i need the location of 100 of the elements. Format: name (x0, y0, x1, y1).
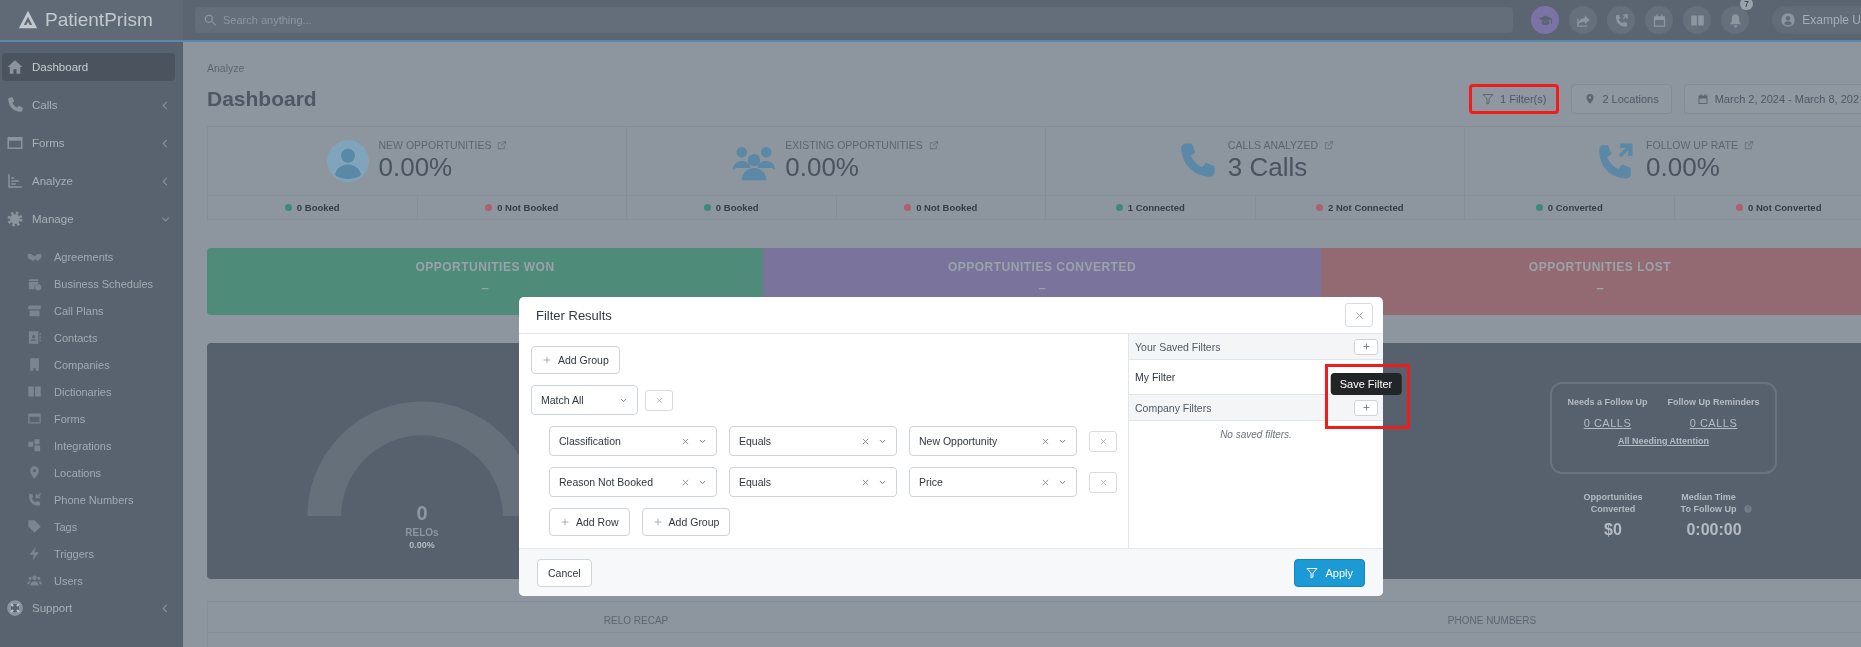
close-icon (861, 477, 870, 487)
field-select[interactable]: Classification (549, 426, 717, 456)
search-icon (203, 13, 217, 27)
plus-icon (560, 517, 570, 527)
metric-label: Opportunities Converted (1582, 491, 1644, 515)
calendar-icon (1696, 93, 1709, 105)
field-select[interactable]: Reason Not Booked (549, 467, 717, 497)
calls-link[interactable]: 0 CALLS (1583, 417, 1632, 429)
add-button[interactable] (1354, 338, 1378, 355)
nav-item[interactable]: Manage (2, 205, 175, 233)
stat-detail: 0 Not Converted (1748, 202, 1822, 213)
calendar-button[interactable] (1645, 6, 1673, 34)
settings-icon (6, 210, 24, 228)
nav-item[interactable]: Forms (2, 129, 175, 157)
close-icon (681, 436, 690, 446)
plus-icon (1361, 403, 1371, 412)
users-icon (27, 573, 42, 588)
date-range-button[interactable]: March 2, 2024 - March 8, 202 (1683, 84, 1861, 114)
nav-item[interactable]: Support (2, 594, 175, 622)
plus-icon (542, 355, 552, 365)
close-button[interactable] (1345, 303, 1373, 327)
external-link-icon (496, 139, 508, 151)
cancel-button[interactable]: Cancel (537, 558, 592, 587)
filter-button[interactable]: 1 Filter(s) (1469, 84, 1560, 114)
add-row-button[interactable]: Add Row (549, 508, 630, 536)
apply-button[interactable]: Apply (1294, 558, 1365, 587)
add-button[interactable] (1354, 399, 1378, 416)
operator-select[interactable]: Equals (729, 467, 897, 497)
close-icon (681, 477, 690, 487)
bell-button[interactable] (1721, 6, 1749, 34)
nav-subitem[interactable]: Dictionaries (0, 378, 183, 405)
window-icon (27, 411, 42, 426)
banner-title: OPPORTUNITIES LOST (1528, 260, 1672, 274)
notification-badge: 7 (1740, 0, 1753, 10)
stat-detail: 0 Converted (1547, 202, 1603, 213)
add-group-button[interactable]: Add Group (641, 508, 731, 536)
nav-subitem[interactable]: Users (0, 567, 183, 594)
metric-label: Median Time To Follow Up (1679, 491, 1738, 515)
nav-item[interactable]: Dashboard (2, 53, 175, 81)
calls-link[interactable]: 0 CALLS (1689, 417, 1738, 429)
close-icon (654, 395, 664, 405)
locations-button[interactable]: 2 Locations (1571, 84, 1672, 114)
close-icon (1041, 436, 1050, 446)
calendar-clock-icon (27, 276, 42, 291)
plus-icon (652, 517, 663, 527)
tag-icon (27, 519, 42, 534)
remove-button[interactable] (645, 389, 673, 411)
filter-icon (1482, 93, 1494, 105)
calendar-icon (1651, 12, 1667, 28)
page-title: Dashboard (207, 87, 317, 111)
outgoing-call-button[interactable] (1607, 6, 1635, 34)
close-icon (1041, 477, 1050, 487)
empty-message: No saved filters. (1219, 429, 1293, 440)
nav-subitem[interactable]: Tags (0, 513, 183, 540)
stat-detail: 0 Not Booked (916, 202, 978, 213)
banner-value: – (1596, 280, 1604, 295)
attention-link[interactable]: All Needing Attention (1617, 436, 1710, 446)
nav-subitem[interactable]: Integrations (0, 432, 183, 459)
follow-up-label: Follow Up Reminders (1667, 397, 1760, 407)
follow-up-label: Needs a Follow Up (1567, 397, 1648, 407)
plus-icon (1361, 342, 1371, 351)
tray-icon (27, 303, 42, 318)
nav-subitem[interactable]: Phone Numbers (0, 486, 183, 513)
nav-subitem[interactable]: Call Plans (0, 297, 183, 324)
value-select[interactable]: New Opportunity (909, 426, 1077, 456)
nav-subitem[interactable]: Agreements (0, 243, 183, 270)
bookmark-button[interactable] (1683, 6, 1711, 34)
nav-subitem[interactable]: Companies (0, 351, 183, 378)
stat-value: 0.00% (378, 152, 454, 183)
external-link-icon (1323, 139, 1335, 151)
nav-subitem[interactable]: Contacts (0, 324, 183, 351)
stat-value: 3 Calls (1227, 152, 1309, 183)
banner-value: – (1038, 280, 1046, 295)
graduation-cap-button[interactable] (1531, 6, 1559, 34)
lightning-icon (27, 546, 42, 561)
remove-button[interactable] (1089, 471, 1117, 493)
external-link-icon (1742, 139, 1754, 151)
stat-value: 0.00% (785, 152, 860, 183)
nav-item[interactable]: Analyze (2, 167, 175, 195)
nav-subitem[interactable]: Triggers (0, 540, 183, 567)
stat-detail: 0 Booked (296, 202, 340, 213)
nav-subitem[interactable]: Forms (0, 405, 183, 432)
stat-value: 0.00% (1646, 152, 1721, 183)
add-group-button[interactable]: Add Group (531, 346, 620, 374)
share-button[interactable] (1569, 6, 1597, 34)
nav-subitem[interactable]: Business Schedules (0, 270, 183, 297)
nav-subitem[interactable]: Locations (0, 459, 183, 486)
incoming-call-icon (27, 492, 42, 507)
operator-select[interactable]: Equals (729, 426, 897, 456)
bar-chart-icon (6, 172, 24, 190)
user-menu[interactable]: Example U (1772, 6, 1861, 34)
person-icon (326, 140, 369, 182)
value-select[interactable]: Price (909, 467, 1077, 497)
user-icon (1780, 12, 1797, 28)
match-select[interactable]: Match All (531, 385, 638, 415)
nav-item[interactable]: Calls (2, 91, 175, 119)
remove-button[interactable] (1089, 430, 1117, 452)
external-link-icon (927, 139, 939, 151)
triangle-logo-icon (18, 10, 38, 30)
close-icon (1098, 436, 1108, 446)
